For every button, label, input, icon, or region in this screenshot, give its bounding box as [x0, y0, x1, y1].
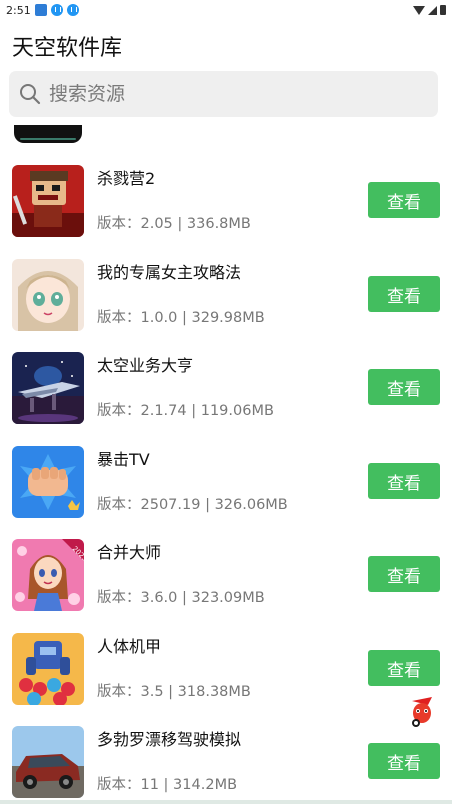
- app-version-size: 版本：11 | 314.2MB: [97, 777, 238, 793]
- app-name: 合并大师: [97, 543, 162, 562]
- list-item[interactable]: 暴击TV 版本：2507.19 | 326.06MB 查看: [0, 446, 452, 539]
- app-version-size: 版本：2507.19 | 326.06MB: [97, 497, 288, 513]
- view-button[interactable]: 查看: [368, 463, 440, 499]
- cell-signal-icon: [428, 5, 437, 15]
- app-name: 杀戮营2: [97, 169, 156, 188]
- view-button[interactable]: 查看: [368, 369, 440, 405]
- app-version-size: 版本：3.5 | 318.38MB: [97, 684, 251, 700]
- app-name: 我的专属女主攻略法: [97, 263, 242, 282]
- view-button[interactable]: 查看: [368, 182, 440, 218]
- status-time: 2:51: [6, 3, 31, 17]
- search-input[interactable]: [49, 83, 409, 105]
- status-bar: 2:51: [0, 0, 452, 20]
- view-button[interactable]: 查看: [368, 743, 440, 779]
- app-version-size: 版本：2.1.74 | 119.06MB: [97, 403, 274, 419]
- app-list[interactable]: 杀戮营2 版本：2.05 | 336.8MB 查看 我的专属女主攻略法 版本：1…: [0, 125, 452, 804]
- list-item[interactable]: 杀戮营2 版本：2.05 | 336.8MB 查看: [0, 165, 452, 258]
- list-item[interactable]: 我的专属女主攻略法 版本：1.0.0 | 329.98MB 查看: [0, 259, 452, 352]
- page-title: 天空软件库: [12, 36, 123, 61]
- download-notification-icon-2: [66, 4, 79, 16]
- app-name: 暴击TV: [97, 450, 150, 469]
- app-thumbnail[interactable]: [12, 726, 84, 798]
- download-notification-icon: [50, 4, 63, 16]
- partial-app-thumbnail[interactable]: [14, 125, 82, 143]
- view-button[interactable]: 查看: [368, 276, 440, 312]
- app-name: 太空业务大亨: [97, 356, 194, 375]
- view-button[interactable]: 查看: [368, 556, 440, 592]
- app-thumbnail[interactable]: [12, 259, 84, 331]
- search-bar[interactable]: [9, 71, 438, 117]
- list-item[interactable]: 多勃罗漂移驾驶模拟 版本：11 | 314.2MB 查看: [0, 726, 452, 804]
- app-thumbnail[interactable]: [12, 446, 84, 518]
- photo-notification-icon: [34, 4, 47, 16]
- app-thumbnail[interactable]: [12, 633, 84, 705]
- view-button[interactable]: 查看: [368, 650, 440, 686]
- app-version-size: 版本：2.05 | 336.8MB: [97, 216, 251, 232]
- app-thumbnail[interactable]: [12, 352, 84, 424]
- app-thumbnail[interactable]: 2025: [12, 539, 84, 611]
- search-icon: [19, 83, 41, 105]
- wifi-icon: [413, 5, 425, 15]
- app-thumbnail[interactable]: [12, 165, 84, 237]
- app-name: 多勃罗漂移驾驶模拟: [97, 730, 242, 749]
- list-item[interactable]: 太空业务大亨 版本：2.1.74 | 119.06MB 查看: [0, 352, 452, 445]
- app-version-size: 版本：1.0.0 | 329.98MB: [97, 310, 265, 326]
- battery-icon: [440, 5, 446, 15]
- list-item[interactable]: 人体机甲 版本：3.5 | 318.38MB 查看: [0, 633, 452, 726]
- app-name: 人体机甲: [97, 637, 162, 656]
- floating-mascot-icon[interactable]: [406, 693, 438, 729]
- bottom-divider: [0, 800, 452, 804]
- app-version-size: 版本：3.6.0 | 323.09MB: [97, 590, 265, 606]
- list-item[interactable]: 2025 合并大师 版本：3.6.0 | 323.09MB 查看: [0, 539, 452, 632]
